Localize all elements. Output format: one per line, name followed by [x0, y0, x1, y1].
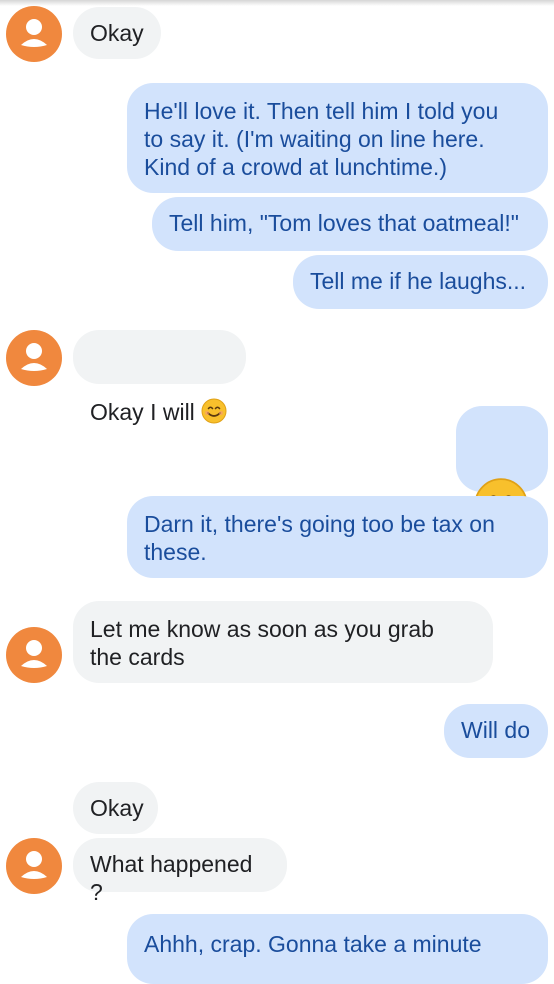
top-edge-shadow — [0, 0, 554, 6]
contact-avatar[interactable] — [6, 838, 62, 894]
message-bubble[interactable]: Okay — [73, 782, 158, 834]
message-bubble[interactable]: Ahhh, crap. Gonna take a minute — [127, 914, 548, 984]
message-text: Okay I will — [90, 399, 195, 425]
contact-avatar[interactable] — [6, 6, 62, 62]
message-bubble[interactable]: Let me know as soon as you grab the card… — [73, 601, 493, 683]
emoji-message-bubble[interactable] — [456, 406, 548, 532]
message-bubble[interactable]: Tell him, "Tom loves that oatmeal!" — [152, 197, 548, 251]
message-bubble[interactable]: Darn it, there's going too be tax on the… — [127, 496, 548, 578]
contact-avatar[interactable] — [6, 330, 62, 386]
message-bubble[interactable]: Okay I will — [73, 330, 246, 425]
person-silhouette-icon — [21, 343, 47, 371]
contact-avatar[interactable] — [6, 627, 62, 683]
person-silhouette-icon — [21, 640, 47, 668]
message-bubble[interactable]: Tell me if he laughs... — [293, 255, 548, 309]
person-silhouette-icon — [21, 851, 47, 879]
message-bubble[interactable]: Will do — [444, 704, 548, 758]
person-silhouette-icon — [21, 19, 47, 47]
message-bubble[interactable]: Okay — [73, 7, 161, 59]
smiling-face-emoji-icon — [201, 370, 227, 430]
message-bubble[interactable]: What happened ? — [73, 838, 287, 905]
message-bubble[interactable]: He'll love it. Then tell him I told you … — [127, 83, 548, 193]
